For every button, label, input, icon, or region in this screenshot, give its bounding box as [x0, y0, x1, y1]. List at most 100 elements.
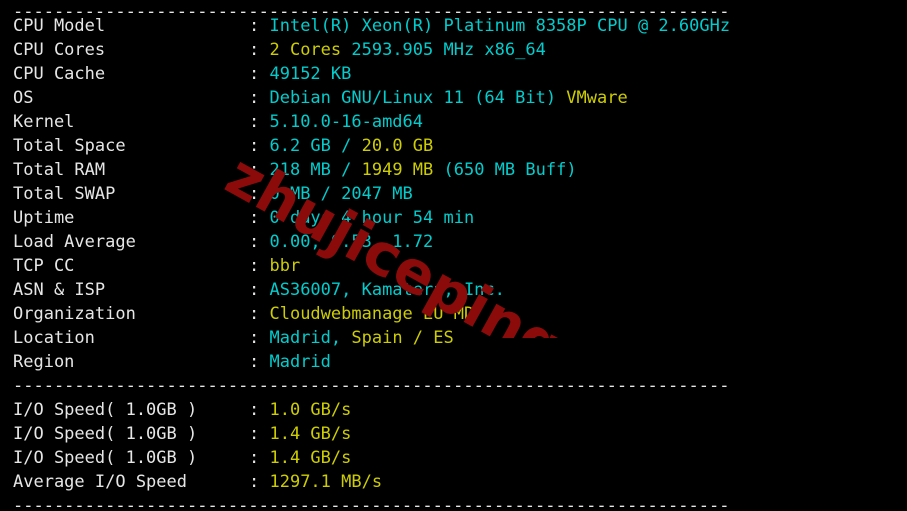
info-row: CPU Model: Intel(R) Xeon(R) Platinum 835…: [0, 14, 907, 38]
info-row-label: Region: [13, 352, 75, 372]
info-row-label: I/O Speed( 1.0GB ): [13, 448, 198, 468]
info-row: Load Average: 0.00, 0.53, 1.72: [0, 230, 907, 254]
value-segment: (650 MB Buff): [443, 160, 577, 180]
value-segment: 1.4 GB/s: [269, 424, 352, 444]
info-row-value: 6.2 GB / 20.0 GB: [269, 136, 433, 156]
info-row-value: Madrid: [269, 352, 330, 372]
info-row-colon: :: [249, 64, 270, 84]
info-row-value: 5.10.0-16-amd64: [269, 112, 423, 132]
info-row-colon: :: [249, 304, 270, 324]
info-row: CPU Cores: 2 Cores 2593.905 MHz x86_64: [0, 38, 907, 62]
value-segment: Debian GNU/Linux 11 (64 Bit): [269, 88, 567, 108]
info-row: I/O Speed( 1.0GB ): 1.0 GB/s: [0, 398, 907, 422]
info-row-label: Location: [13, 328, 95, 348]
info-row-value: Cloudwebmanage EU MD: [269, 304, 474, 324]
value-segment: 5.10.0-16-amd64: [269, 112, 424, 132]
value-segment: 0 MB / 2047 MB: [269, 184, 413, 204]
info-row-label: CPU Cache: [13, 64, 106, 84]
value-segment: AS36007, Kamatera, Inc.: [269, 280, 505, 300]
info-row-value: Debian GNU/Linux 11 (64 Bit) VMware: [269, 88, 627, 108]
info-row-value: 0 MB / 2047 MB: [269, 184, 412, 204]
info-row: I/O Speed( 1.0GB ): 1.4 GB/s: [0, 446, 907, 470]
info-row-colon: :: [249, 112, 270, 132]
value-segment: 2593.905 MHz x86_64: [351, 40, 546, 60]
value-segment: 2 Cores: [269, 40, 352, 60]
info-row-value: Intel(R) Xeon(R) Platinum 8358P CPU @ 2.…: [269, 16, 730, 36]
info-row: TCP CC: bbr: [0, 254, 907, 278]
info-row-value: 1297.1 MB/s: [269, 472, 382, 492]
value-segment: Madrid: [269, 352, 331, 372]
info-row: ASN & ISP: AS36007, Kamatera, Inc.: [0, 278, 907, 302]
info-row-label: ASN & ISP: [13, 280, 106, 300]
info-row-colon: :: [249, 232, 270, 252]
info-row-label: Total Space: [13, 136, 126, 156]
info-row: Uptime: 0 days 4 hour 54 min: [0, 206, 907, 230]
info-row-colon: :: [249, 424, 270, 444]
info-row-label: CPU Model: [13, 16, 106, 36]
info-row-colon: :: [249, 208, 270, 228]
info-row: OS: Debian GNU/Linux 11 (64 Bit) VMware: [0, 86, 907, 110]
info-row: Total SWAP: 0 MB / 2047 MB: [0, 182, 907, 206]
info-row-label: Average I/O Speed: [13, 472, 187, 492]
info-row-label: Organization: [13, 304, 136, 324]
separator-line-middle: ----------------------------------------…: [13, 376, 730, 396]
info-row-colon: :: [249, 472, 270, 492]
info-row-label: I/O Speed( 1.0GB ): [13, 400, 198, 420]
info-row: Organization: Cloudwebmanage EU MD: [0, 302, 907, 326]
info-row-value: 49152 KB: [269, 64, 351, 84]
info-row-colon: :: [249, 280, 270, 300]
info-row: I/O Speed( 1.0GB ): 1.4 GB/s: [0, 422, 907, 446]
info-row: Kernel: 5.10.0-16-amd64: [0, 110, 907, 134]
value-segment: 0.00, 0.53, 1.72: [269, 232, 434, 252]
info-row-colon: :: [249, 352, 270, 372]
info-row-label: Uptime: [13, 208, 75, 228]
separator-line-bottom: ----------------------------------------…: [13, 496, 730, 511]
system-info-list: CPU Model: Intel(R) Xeon(R) Platinum 835…: [0, 14, 907, 374]
info-row: Total RAM: 218 MB / 1949 MB (650 MB Buff…: [0, 158, 907, 182]
value-segment: 218 MB /: [269, 160, 362, 180]
info-row-label: Total RAM: [13, 160, 106, 180]
info-row-value: 218 MB / 1949 MB (650 MB Buff): [269, 160, 576, 180]
info-row-label: TCP CC: [13, 256, 75, 276]
info-row-value: bbr: [269, 256, 300, 276]
info-row-colon: :: [249, 40, 270, 60]
info-row-colon: :: [249, 256, 270, 276]
info-row-value: AS36007, Kamatera, Inc.: [269, 280, 504, 300]
io-speed-list: I/O Speed( 1.0GB ): 1.0 GB/s I/O Speed( 1…: [0, 398, 907, 494]
info-row: Region: Madrid: [0, 350, 907, 374]
info-row-label: I/O Speed( 1.0GB ): [13, 424, 198, 444]
info-row-value: 1.0 GB/s: [269, 400, 351, 420]
info-row-colon: :: [249, 400, 270, 420]
info-row-label: Total SWAP: [13, 184, 116, 204]
info-row-value: 2 Cores 2593.905 MHz x86_64: [269, 40, 545, 60]
info-row-value: 1.4 GB/s: [269, 448, 351, 468]
info-row-value: 0 days 4 hour 54 min: [269, 208, 474, 228]
info-row-colon: :: [249, 88, 270, 108]
value-segment: Intel(R) Xeon(R) Platinum 8358P CPU @ 2.…: [269, 16, 731, 36]
info-row-value: 1.4 GB/s: [269, 424, 351, 444]
info-row-colon: :: [249, 184, 270, 204]
value-segment: 1.0 GB/s: [269, 400, 352, 420]
value-segment: 6.2 GB /: [269, 136, 362, 156]
info-row-label: CPU Cores: [13, 40, 106, 60]
value-segment: Madrid,: [269, 328, 352, 348]
info-row-colon: :: [249, 136, 270, 156]
value-segment: bbr: [269, 256, 301, 276]
info-row-colon: :: [249, 328, 270, 348]
value-segment: 0 days 4 hour 54 min: [269, 208, 475, 228]
value-segment: 49152 KB: [269, 64, 352, 84]
value-segment: 1.4 GB/s: [269, 448, 352, 468]
info-row: Average I/O Speed: 1297.1 MB/s: [0, 470, 907, 494]
info-row-value: 0.00, 0.53, 1.72: [269, 232, 433, 252]
info-row: Total Space: 6.2 GB / 20.0 GB: [0, 134, 907, 158]
value-segment: 1949 MB: [361, 160, 444, 180]
info-row-colon: :: [249, 448, 270, 468]
info-row-colon: :: [249, 160, 270, 180]
info-row: CPU Cache: 49152 KB: [0, 62, 907, 86]
info-row: Location: Madrid, Spain / ES: [0, 326, 907, 350]
value-segment: 1297.1 MB/s: [269, 472, 383, 492]
terminal-window: ----------------------------------------…: [0, 0, 907, 511]
info-row-label: OS: [13, 88, 34, 108]
info-row-value: Madrid, Spain / ES: [269, 328, 453, 348]
value-segment: Spain / ES: [351, 328, 454, 348]
